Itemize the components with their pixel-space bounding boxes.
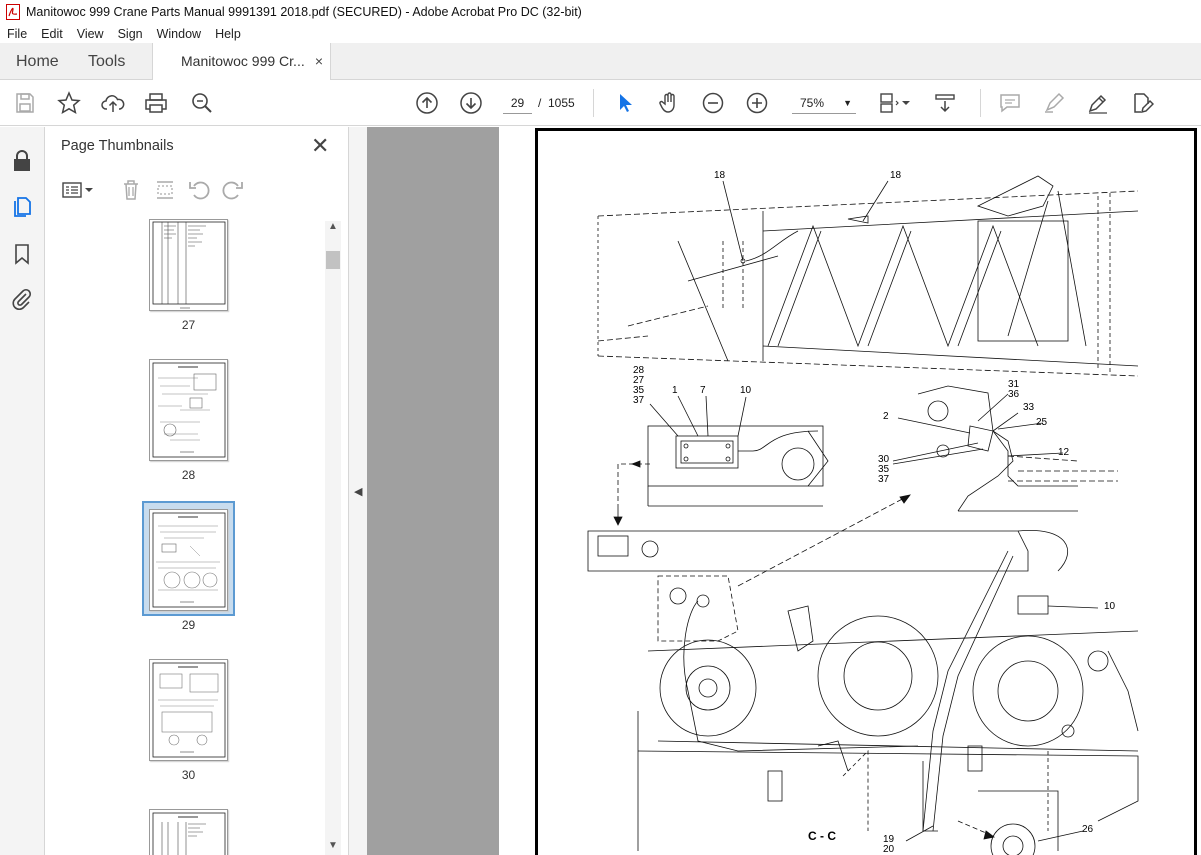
select-cursor-icon[interactable]: [612, 90, 638, 116]
scroll-up-arrow[interactable]: ▲: [328, 221, 338, 232]
scroll-down-arrow[interactable]: ▼: [328, 840, 338, 851]
page-thumbnails-panel: Page Thumbnails ✕ 27 28 29 30 ▲ ▼: [45, 127, 348, 855]
acrobat-app-icon: [6, 4, 20, 20]
callout-label: 12: [1058, 447, 1070, 458]
chevron-down-icon[interactable]: [900, 90, 912, 116]
collapse-panel-arrow[interactable]: ◀: [354, 485, 362, 498]
save-icon[interactable]: [12, 90, 38, 116]
tab-row: Home Tools Manitowoc 999 Cr... ×: [0, 43, 1201, 81]
thumbnail-list: 27 28 29 30: [45, 219, 335, 855]
thumbnail-scrollbar[interactable]: ▲ ▼: [325, 221, 341, 855]
callout-label: 37: [633, 395, 645, 406]
thumbnail-31-preview: [152, 812, 226, 855]
attachment-paperclip-icon[interactable]: [10, 287, 34, 311]
star-icon[interactable]: [56, 90, 82, 116]
zoom-select[interactable]: 75% ▼: [792, 92, 856, 114]
menu-file[interactable]: File: [0, 27, 34, 41]
callout-label: 18: [890, 170, 902, 181]
title-bar: Manitowoc 999 Crane Parts Manual 9991391…: [0, 0, 1201, 24]
rotate-counterclockwise-icon[interactable]: [187, 178, 211, 202]
share-cloud-icon[interactable]: [100, 90, 126, 116]
delete-trash-icon[interactable]: [119, 178, 143, 202]
thumbnail-label: 28: [181, 468, 196, 482]
next-page-icon[interactable]: [458, 90, 484, 116]
page-thumbnails-icon[interactable]: [10, 195, 34, 219]
thumbnail-page-28[interactable]: [149, 359, 228, 461]
edit-pdf-icon[interactable]: [1129, 90, 1155, 116]
callout-label: 37: [878, 474, 890, 485]
page-separator: /: [538, 96, 542, 110]
thumbnail-27-preview: [152, 221, 226, 309]
thumbnail-page-27[interactable]: [149, 219, 228, 311]
toolbar-divider: [593, 89, 594, 117]
zoom-in-icon[interactable]: [744, 90, 770, 116]
menu-window[interactable]: Window: [150, 27, 208, 41]
tab-document-label: Manitowoc 999 Cr...: [181, 53, 305, 69]
page-number-input[interactable]: 29: [503, 92, 532, 114]
main-toolbar: 29 / 1055 75% ▼: [0, 80, 1201, 126]
tab-tools[interactable]: Tools: [88, 43, 125, 80]
document-view[interactable]: 18 18 28 27 35 37 1 7 10 31 36 33 2 25 3…: [367, 127, 1201, 855]
total-pages: 1055: [548, 96, 575, 110]
callout-label: 36: [1008, 389, 1020, 400]
menu-sign[interactable]: Sign: [111, 27, 150, 41]
rotate-clockwise-icon[interactable]: [221, 178, 245, 202]
thumbnail-label: 27: [181, 318, 196, 332]
tab-close-button[interactable]: ×: [315, 43, 323, 80]
menu-view[interactable]: View: [70, 27, 111, 41]
panel-splitter[interactable]: ◀: [348, 127, 367, 855]
thumbnail-28-preview: [152, 362, 226, 458]
pdf-page: 18 18 28 27 35 37 1 7 10 31 36 33 2 25 3…: [535, 128, 1197, 855]
thumbnail-label: 30: [181, 768, 196, 782]
technical-drawing: [587, 175, 1139, 855]
callout-label: 33: [1023, 402, 1035, 413]
bookmark-icon[interactable]: [10, 242, 34, 266]
thumbnail-options-icon[interactable]: [61, 178, 95, 202]
highlight-pen-icon[interactable]: [1041, 90, 1067, 116]
thumbnail-label: 29: [181, 618, 196, 632]
lock-icon[interactable]: [10, 149, 34, 173]
callout-label: 10: [740, 385, 752, 396]
section-label: C - C: [808, 829, 836, 843]
panel-toolbar: [45, 175, 348, 205]
thumbnail-page-30[interactable]: [149, 659, 228, 761]
previous-page-icon[interactable]: [414, 90, 440, 116]
thumbnail-29-preview: [152, 512, 226, 608]
page-fit-icon[interactable]: [876, 90, 902, 116]
tab-home[interactable]: Home: [16, 43, 59, 80]
callout-label: 18: [714, 170, 726, 181]
comment-icon[interactable]: [997, 90, 1023, 116]
print-icon[interactable]: [143, 90, 169, 116]
thumbnail-30-preview: [152, 662, 226, 758]
callout-label: 20: [883, 844, 895, 855]
callout-label: 1: [672, 385, 678, 396]
scrollbar-thumb[interactable]: [326, 251, 340, 269]
thumbnail-page-29[interactable]: [149, 509, 228, 611]
window-title: Manitowoc 999 Crane Parts Manual 9991391…: [26, 5, 582, 19]
tab-document[interactable]: Manitowoc 999 Cr... ×: [152, 43, 331, 81]
insert-pages-icon[interactable]: [153, 178, 177, 202]
hand-tool-icon[interactable]: [656, 90, 682, 116]
thumbnail-page-31[interactable]: [149, 809, 228, 855]
zoom-value: 75%: [800, 96, 825, 110]
menu-edit[interactable]: Edit: [34, 27, 70, 41]
menu-help[interactable]: Help: [208, 27, 248, 41]
toolbar-divider: [980, 89, 981, 117]
zoom-out-icon[interactable]: [700, 90, 726, 116]
chevron-down-icon: ▼: [843, 98, 852, 108]
left-navigation-rail: [0, 127, 45, 855]
callout-label: 26: [1082, 824, 1094, 835]
menu-bar: File Edit View Sign Window Help: [0, 24, 1201, 43]
scroll-mode-icon[interactable]: [932, 90, 958, 116]
search-zoom-icon[interactable]: [189, 90, 215, 116]
callout-label: 10: [1104, 601, 1116, 612]
callout-label: 2: [883, 411, 889, 422]
callout-label: 25: [1036, 417, 1048, 428]
sign-pen-icon[interactable]: [1085, 90, 1111, 116]
callout-label: 7: [700, 385, 706, 396]
panel-close-button[interactable]: ✕: [311, 133, 329, 159]
panel-title: Page Thumbnails: [61, 138, 174, 154]
